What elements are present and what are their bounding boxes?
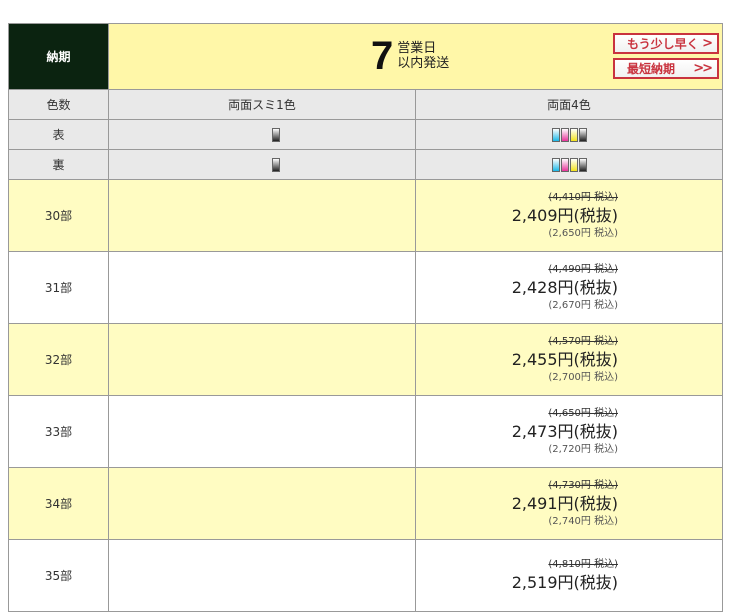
- fastest-delivery-button[interactable]: 最短納期 >>: [613, 58, 719, 79]
- table-row: 32部 (4,570円 税込) 2,455円(税抜) (2,700円 税込): [8, 324, 723, 396]
- price-excl-tax: 2,455円(税抜): [511, 349, 618, 369]
- front-side-label: 表: [9, 120, 109, 150]
- magenta-ink-icon: [560, 127, 569, 142]
- price-excl-tax: 2,428円(税抜): [511, 277, 618, 297]
- faster-delivery-label: もう少し早く: [627, 37, 699, 51]
- price-incl-tax: (2,740円 税込): [548, 515, 618, 527]
- delivery-days-suffix: 以内発送: [397, 56, 450, 71]
- black-ink-icon: [271, 127, 280, 142]
- black-ink-icon: [578, 127, 587, 142]
- color-count-row: 色数 両面スミ1色 両面4色: [8, 90, 723, 120]
- back-side-label: 裏: [9, 150, 109, 180]
- quantity-label: 32部: [9, 324, 109, 396]
- quantity-label: 33部: [9, 396, 109, 468]
- original-price: (4,730円 税込): [548, 479, 618, 491]
- black-ink-icon: [578, 157, 587, 172]
- price-incl-tax: (2,650円 税込): [548, 227, 618, 239]
- original-price: (4,810円 税込): [548, 558, 618, 570]
- price-table: 納期 7 営業日 以内発送 もう少し早く > 最短納期 >> 色数 両面スミ1色…: [8, 23, 723, 612]
- table-row: 31部 (4,490円 税込) 2,428円(税抜) (2,670円 税込): [8, 252, 723, 324]
- full-color-price-cell[interactable]: (4,570円 税込) 2,455円(税抜) (2,700円 税込): [416, 324, 723, 396]
- quantity-label: 35部: [9, 540, 109, 612]
- full-color-price-cell[interactable]: (4,650円 税込) 2,473円(税抜) (2,720円 税込): [416, 396, 723, 468]
- price-excl-tax: 2,473円(税抜): [511, 421, 618, 441]
- mono-price-cell[interactable]: [109, 180, 416, 252]
- delivery-label: 納期: [9, 24, 109, 90]
- quantity-label: 31部: [9, 252, 109, 324]
- faster-delivery-button[interactable]: もう少し早く >: [613, 33, 719, 54]
- original-price: (4,650円 税込): [548, 407, 618, 419]
- price-excl-tax: 2,519円(税抜): [511, 572, 618, 592]
- color-option-mono-header: 両面スミ1色: [109, 90, 416, 120]
- original-price: (4,410円 税込): [548, 191, 618, 203]
- price-incl-tax: (2,700円 税込): [548, 371, 618, 383]
- table-row: 34部 (4,730円 税込) 2,491円(税抜) (2,740円 税込): [8, 468, 723, 540]
- price-excl-tax: 2,491円(税抜): [511, 493, 618, 513]
- fastest-delivery-label: 最短納期: [627, 62, 676, 76]
- full-color-price-cell[interactable]: (4,730円 税込) 2,491円(税抜) (2,740円 税込): [416, 468, 723, 540]
- table-row: 30部 (4,410円 税込) 2,409円(税抜) (2,650円 税込): [8, 180, 723, 252]
- black-ink-icon: [271, 157, 280, 172]
- table-row: 33部 (4,650円 税込) 2,473円(税抜) (2,720円 税込): [8, 396, 723, 468]
- price-excl-tax: 2,409円(税抜): [511, 205, 618, 225]
- full-color-price-cell[interactable]: (4,490円 税込) 2,428円(税抜) (2,670円 税込): [416, 252, 723, 324]
- yellow-ink-icon: [569, 157, 578, 172]
- delivery-days: 7 営業日 以内発送: [371, 36, 449, 76]
- double-chevron-right-icon: >>: [693, 61, 713, 76]
- original-price: (4,570円 税込): [548, 335, 618, 347]
- back-side-row: 裏: [8, 150, 723, 180]
- original-price: (4,490円 税込): [548, 263, 618, 275]
- full-color-price-cell[interactable]: (4,810円 税込) 2,519円(税抜): [416, 540, 723, 612]
- color-count-label: 色数: [9, 90, 109, 120]
- magenta-ink-icon: [560, 157, 569, 172]
- cyan-ink-icon: [551, 157, 560, 172]
- quantity-label: 30部: [9, 180, 109, 252]
- table-row: 35部 (4,810円 税込) 2,519円(税抜): [8, 540, 723, 612]
- delivery-days-unit: 営業日: [397, 41, 437, 56]
- full-color-price-cell[interactable]: (4,410円 税込) 2,409円(税抜) (2,650円 税込): [416, 180, 723, 252]
- delivery-days-number: 7: [371, 34, 394, 78]
- delivery-header-row: 納期 7 営業日 以内発送 もう少し早く > 最短納期 >>: [8, 23, 723, 90]
- mono-price-cell[interactable]: [109, 396, 416, 468]
- mono-price-cell[interactable]: [109, 468, 416, 540]
- quantity-label: 34部: [9, 468, 109, 540]
- mono-price-cell[interactable]: [109, 540, 416, 612]
- yellow-ink-icon: [569, 127, 578, 142]
- color-option-full-header: 両面4色: [416, 90, 723, 120]
- price-incl-tax: (2,720円 税込): [548, 443, 618, 455]
- mono-price-cell[interactable]: [109, 324, 416, 396]
- cyan-ink-icon: [551, 127, 560, 142]
- delivery-info: 7 営業日 以内発送 もう少し早く > 最短納期 >>: [109, 24, 723, 90]
- front-side-row: 表: [8, 120, 723, 150]
- chevron-right-icon: >: [702, 36, 713, 51]
- mono-price-cell[interactable]: [109, 252, 416, 324]
- price-incl-tax: (2,670円 税込): [548, 299, 618, 311]
